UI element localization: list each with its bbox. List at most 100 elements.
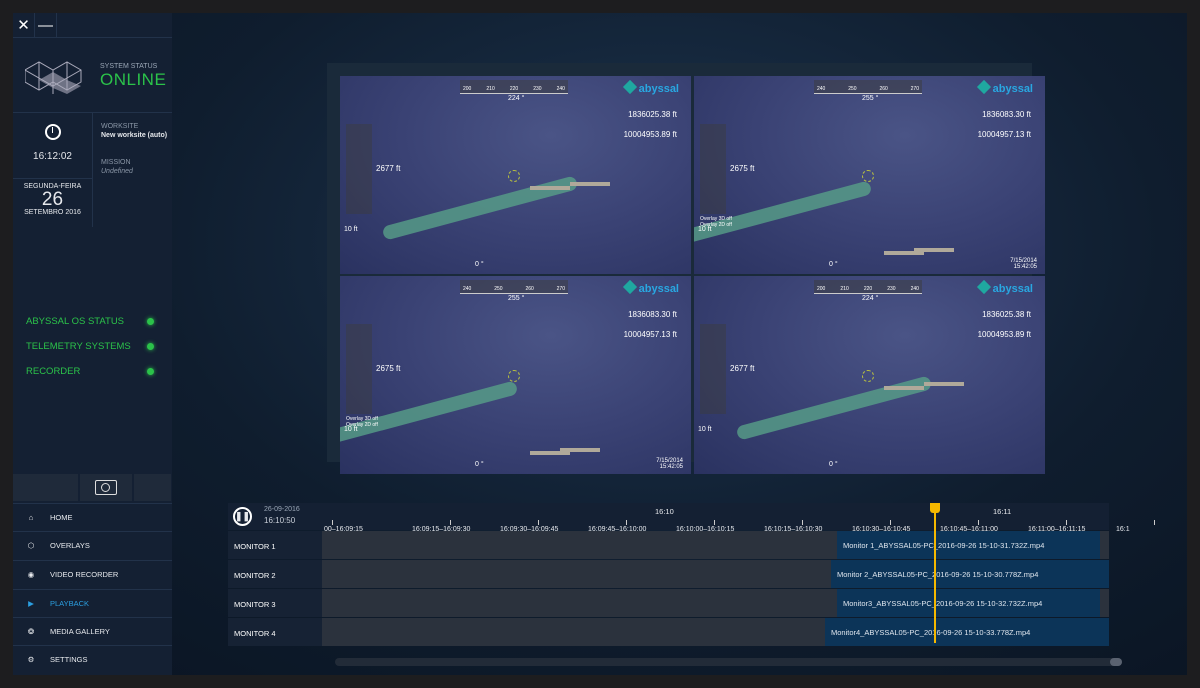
north-readout: 1836083.30 ft: [982, 110, 1031, 119]
nav-media-gallery[interactable]: ❂ MEDIA GALLERY: [13, 617, 172, 645]
depth-scale: [700, 124, 726, 214]
nav-video-recorder[interactable]: ◉ VIDEO RECORDER: [13, 560, 172, 588]
compass-tick: 220: [509, 86, 519, 92]
track-label: MONITOR 1: [228, 531, 322, 559]
timeline-scrollbar[interactable]: [335, 658, 1122, 666]
east-readout: 10004957.13 ft: [977, 130, 1031, 139]
video-grid: 200 210 220 230 240 224 ° abyssal 1836025.38…: [327, 63, 1045, 474]
system-status-value: ONLINE: [100, 70, 167, 89]
crosshair-hex-icon: ⬡: [27, 541, 35, 550]
status-panel: SYSTEM STATUS ONLINE: [13, 37, 172, 113]
nav-label: MEDIA GALLERY: [50, 627, 110, 636]
depth-readout: 2677 ft: [730, 364, 755, 373]
brand-name: abyssal: [638, 283, 679, 295]
feed-time: 15:42:05: [1013, 264, 1037, 270]
depth-readout: 2677 ft: [376, 164, 401, 173]
major-tick-label: 16:11: [993, 507, 1012, 516]
status-dot: [147, 343, 154, 350]
track-label: MONITOR 3: [228, 589, 322, 617]
brand-logo: abyssal: [976, 79, 1033, 95]
video-clip[interactable]: Monitor4_ABYSSAL05-PC_2016-09-26 15-10-3…: [825, 618, 1109, 646]
compass-tick: 230: [533, 86, 542, 92]
snapshot-button[interactable]: [80, 474, 133, 501]
playback-time: 16:10:50: [264, 516, 296, 525]
camera-feed[interactable]: 240 250 260 270 255 ° abyssal 1836083.30 ft…: [694, 76, 1045, 274]
worksite-label: WORKSITE: [101, 123, 139, 130]
compass-tick: 260: [525, 286, 534, 292]
recorder-status: RECORDER: [26, 366, 81, 377]
nav-overlays[interactable]: ⬡ OVERLAYS: [13, 531, 172, 559]
status-dot: [147, 368, 154, 375]
heading-readout: 224 °: [508, 95, 525, 102]
east-readout: 10004953.89 ft: [977, 330, 1031, 339]
depth-scale: [346, 124, 372, 214]
roll-readout: 0 °: [829, 461, 838, 468]
aperture-icon: ❂: [27, 627, 35, 636]
camera-feed[interactable]: 240 250 260 270 255 ° abyssal 1836083.30 ft…: [340, 276, 691, 474]
overlay-status: Overlay 3D off Overlay 2D off: [346, 416, 378, 428]
compass-scale: 200 210 220 230 240: [814, 280, 922, 294]
compass-tick: 240: [463, 286, 472, 292]
brand-logo: abyssal: [622, 279, 679, 295]
heading-readout: 224 °: [862, 295, 879, 302]
minimize-button[interactable]: —: [35, 13, 57, 37]
compass-tick: 240: [556, 86, 565, 92]
feed-time: 15:42:05: [659, 464, 683, 470]
tick-mark: [450, 520, 451, 525]
tick-mark: [332, 520, 333, 525]
compass-scale: 200 210 220 230 240: [460, 80, 568, 94]
north-readout: 1836083.30 ft: [628, 310, 677, 319]
camera-bar-right: [134, 474, 172, 501]
brand-name: abyssal: [992, 83, 1033, 95]
home-icon: ⌂: [28, 513, 34, 522]
day: 26: [41, 189, 64, 210]
compass-tick: 270: [910, 86, 919, 92]
crosshair-icon: [862, 370, 874, 382]
compass-tick: 210: [486, 86, 495, 92]
depth-scale: [700, 324, 726, 414]
video-clip[interactable]: Monitor 1_ABYSSAL05-PC_2016-09-26 15-10-…: [837, 531, 1100, 559]
playhead[interactable]: [930, 503, 940, 643]
camera-feed[interactable]: 200 210 220 230 240 224 ° abyssal 1836025.38…: [340, 76, 691, 274]
close-button[interactable]: ✕: [13, 13, 35, 37]
manipulator-tool: [570, 182, 610, 186]
camera-feed[interactable]: 200 210 220 230 240 224 ° abyssal 1836025.38…: [694, 276, 1045, 474]
compass-tick: 220: [863, 286, 873, 292]
compass-tick: 210: [840, 286, 849, 292]
playhead-handle[interactable]: [930, 503, 940, 513]
monitor-track: MONITOR 3 Monitor3_ABYSSAL05-PC_2016-09-2…: [228, 589, 1109, 617]
tick-label: 16:1: [1116, 526, 1130, 533]
abyssal-os-status: ABYSSAL OS STATUS: [26, 316, 125, 327]
nav-label: OVERLAYS: [50, 541, 90, 550]
video-clip[interactable]: Monitor3_ABYSSAL05-PC_2016-09-26 15-10-3…: [837, 589, 1100, 617]
tick-mark: [1066, 520, 1067, 525]
manipulator-tool: [914, 248, 954, 252]
nav-settings[interactable]: ⚙ SETTINGS: [13, 645, 172, 673]
video-clip[interactable]: Monitor 2_ABYSSAL05-PC_2016-09-26 15-10-…: [831, 560, 1109, 588]
compass-tick: 250: [848, 86, 857, 92]
crosshair-icon: [508, 170, 520, 182]
roll-readout: 0 °: [475, 461, 484, 468]
clock-time: 16:12:02: [33, 151, 72, 162]
abyssal-logo-icon: [622, 279, 637, 295]
overlay-status: Overlay 3D off Overlay 2D off: [700, 216, 732, 228]
compass-tick: 240: [817, 86, 826, 92]
east-readout: 10004957.13 ft: [623, 330, 677, 339]
scrollbar-thumb[interactable]: [1110, 658, 1122, 666]
tick-mark: [978, 520, 979, 525]
tick-mark: [802, 520, 803, 525]
tick-mark: [890, 520, 891, 525]
nav-playback[interactable]: ▶ PLAYBACK: [13, 589, 172, 617]
pause-button[interactable]: ❚❚: [233, 507, 252, 526]
status-dot: [147, 318, 154, 325]
sidebar: ✕ — SYSTEM STATUS ONLINE 16:12:02 SEGUND…: [13, 13, 172, 675]
manipulator-tool: [924, 382, 964, 386]
tick-mark: [714, 520, 715, 525]
nav-home[interactable]: ⌂ HOME: [13, 503, 172, 531]
abyssal-logo-icon: [976, 79, 991, 95]
depth-scale: [346, 324, 372, 414]
monitor-track: MONITOR 2 Monitor 2_ABYSSAL05-PC_2016-09-…: [228, 560, 1109, 588]
north-readout: 1836025.38 ft: [628, 110, 677, 119]
brand-logo: abyssal: [976, 279, 1033, 295]
track-label: MONITOR 2: [228, 560, 322, 588]
